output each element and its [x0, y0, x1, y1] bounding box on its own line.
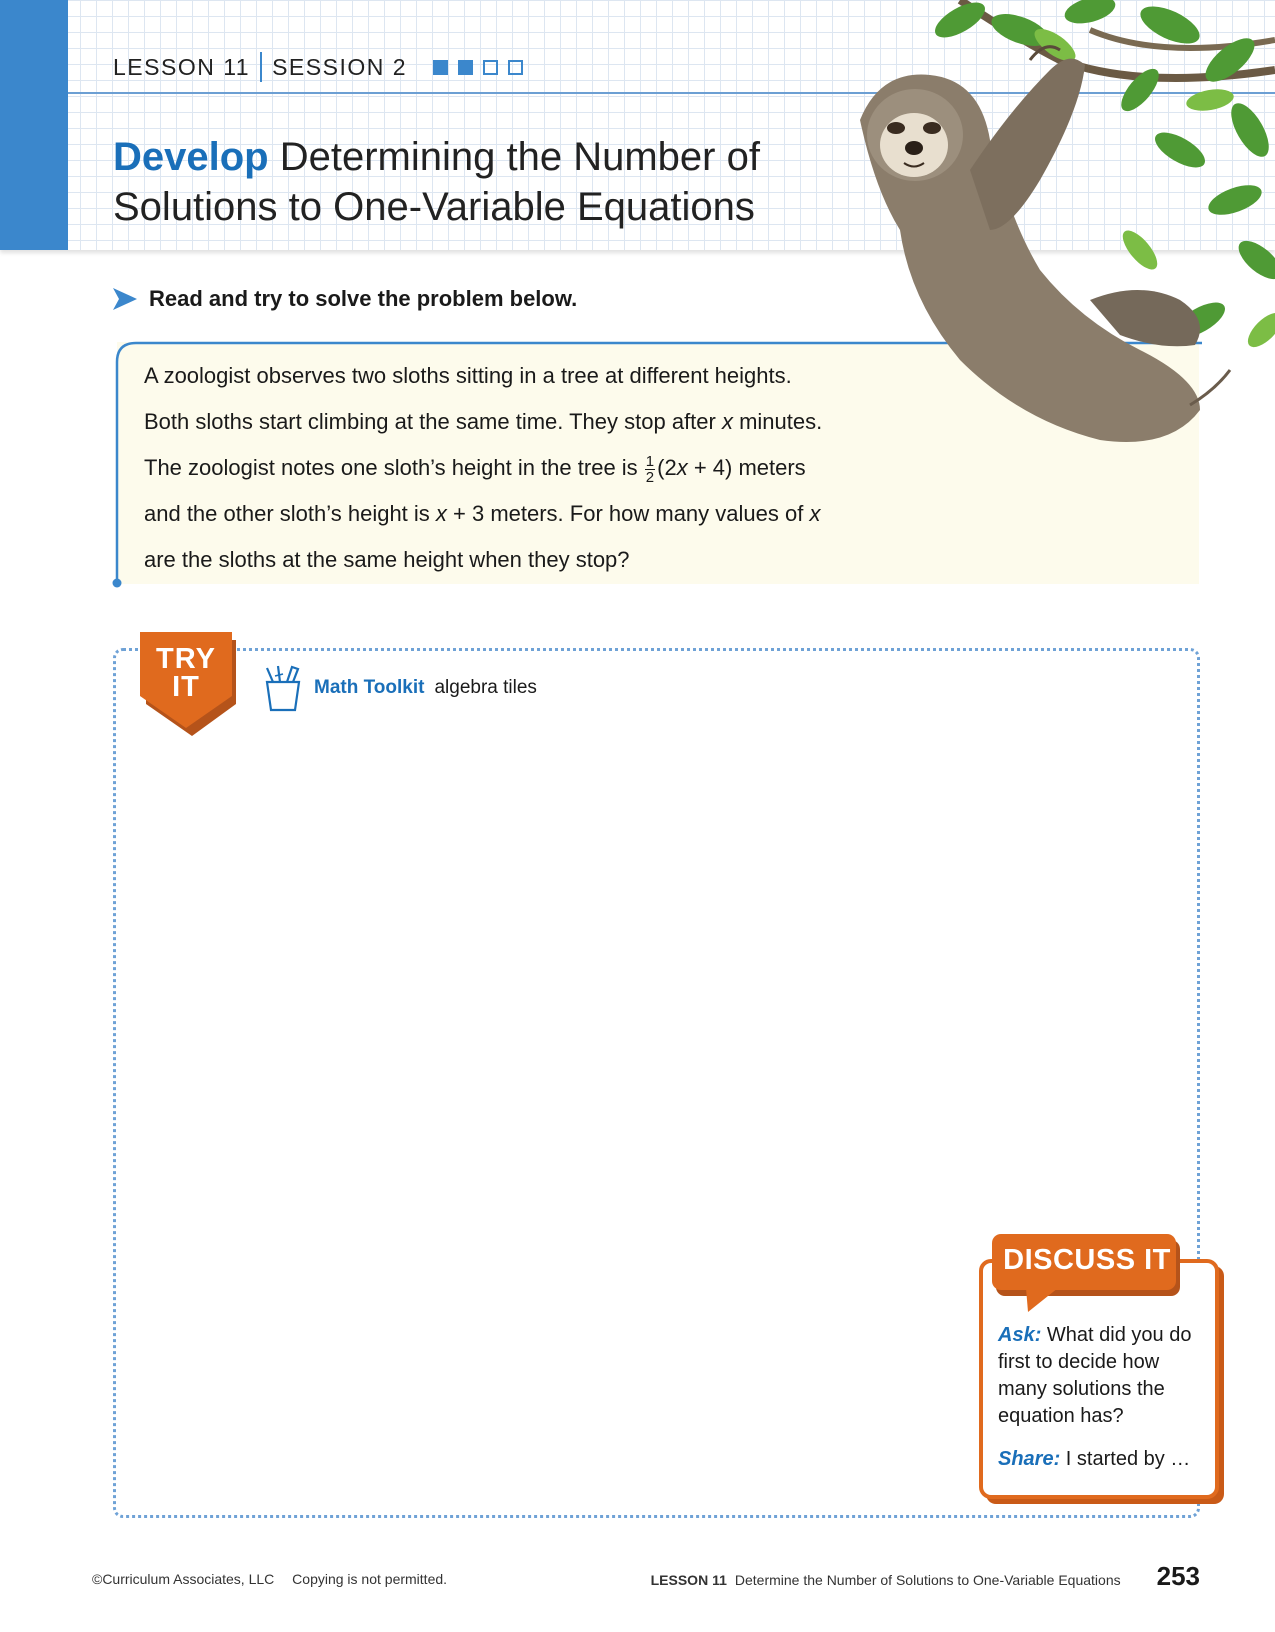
page-title: Develop Determining the Number of Soluti… — [113, 132, 873, 232]
ask-prompt: Ask: What did you do first to decide how… — [998, 1324, 1192, 1427]
lesson-session-line: LESSON 11 SESSION 2 — [113, 50, 524, 84]
problem-line: Both sloths start climbing at the same t… — [144, 409, 823, 434]
session-progress — [433, 59, 524, 75]
arrow-icon — [113, 288, 137, 310]
problem-line: A zoologist observes two sloths sitting … — [144, 363, 792, 388]
fraction-one-half: 12 — [644, 452, 656, 486]
problem-line: and the other sloth’s height is x + 3 me… — [144, 501, 821, 526]
title-highlight: Develop — [113, 135, 269, 179]
toolkit-title: Math Toolkit — [314, 677, 425, 698]
share-prompt: Share: I started by … — [998, 1448, 1191, 1470]
math-toolkit[interactable]: Math Toolkit algebra tiles — [264, 664, 537, 712]
lesson-label: LESSON 11 — [113, 53, 251, 80]
copy-notice: Copying is not permitted. — [292, 1571, 448, 1587]
page-number: 253 — [1156, 1561, 1200, 1591]
progress-square — [458, 59, 474, 75]
copyright: ©Curriculum Associates, LLC — [92, 1571, 275, 1587]
progress-square — [433, 59, 449, 75]
sloth-photo — [860, 0, 1275, 442]
discuss-prompts: Ask: What did you do first to decide how… — [998, 1322, 1198, 1473]
footer-right: LESSON 11 Determine the Number of Soluti… — [651, 1561, 1200, 1592]
toolkit-items: algebra tiles — [434, 677, 537, 698]
discuss-it-label: DISCUSS IT — [1003, 1244, 1171, 1276]
problem-line: are the sloths at the same height when t… — [144, 547, 630, 572]
footer-lesson: LESSON 11 — [650, 1572, 727, 1588]
progress-square — [508, 59, 524, 75]
progress-square — [483, 59, 499, 75]
footer-lesson-title: Determine the Number of Solutions to One… — [734, 1572, 1121, 1588]
pencil-cup-icon — [265, 665, 301, 712]
problem-line: The zoologist notes one sloth’s height i… — [144, 452, 806, 486]
instruction: Read and try to solve the problem below. — [113, 286, 577, 312]
instruction-text: Read and try to solve the problem below. — [149, 286, 578, 311]
blue-side-tab — [0, 0, 68, 250]
problem-text: A zoologist observes two sloths sitting … — [144, 353, 904, 583]
lesson-divider — [260, 52, 263, 82]
footer-left: ©Curriculum Associates, LLC Copying is n… — [92, 1571, 447, 1587]
session-label: SESSION 2 — [272, 53, 408, 80]
try-it-label: TRY IT — [156, 643, 216, 703]
